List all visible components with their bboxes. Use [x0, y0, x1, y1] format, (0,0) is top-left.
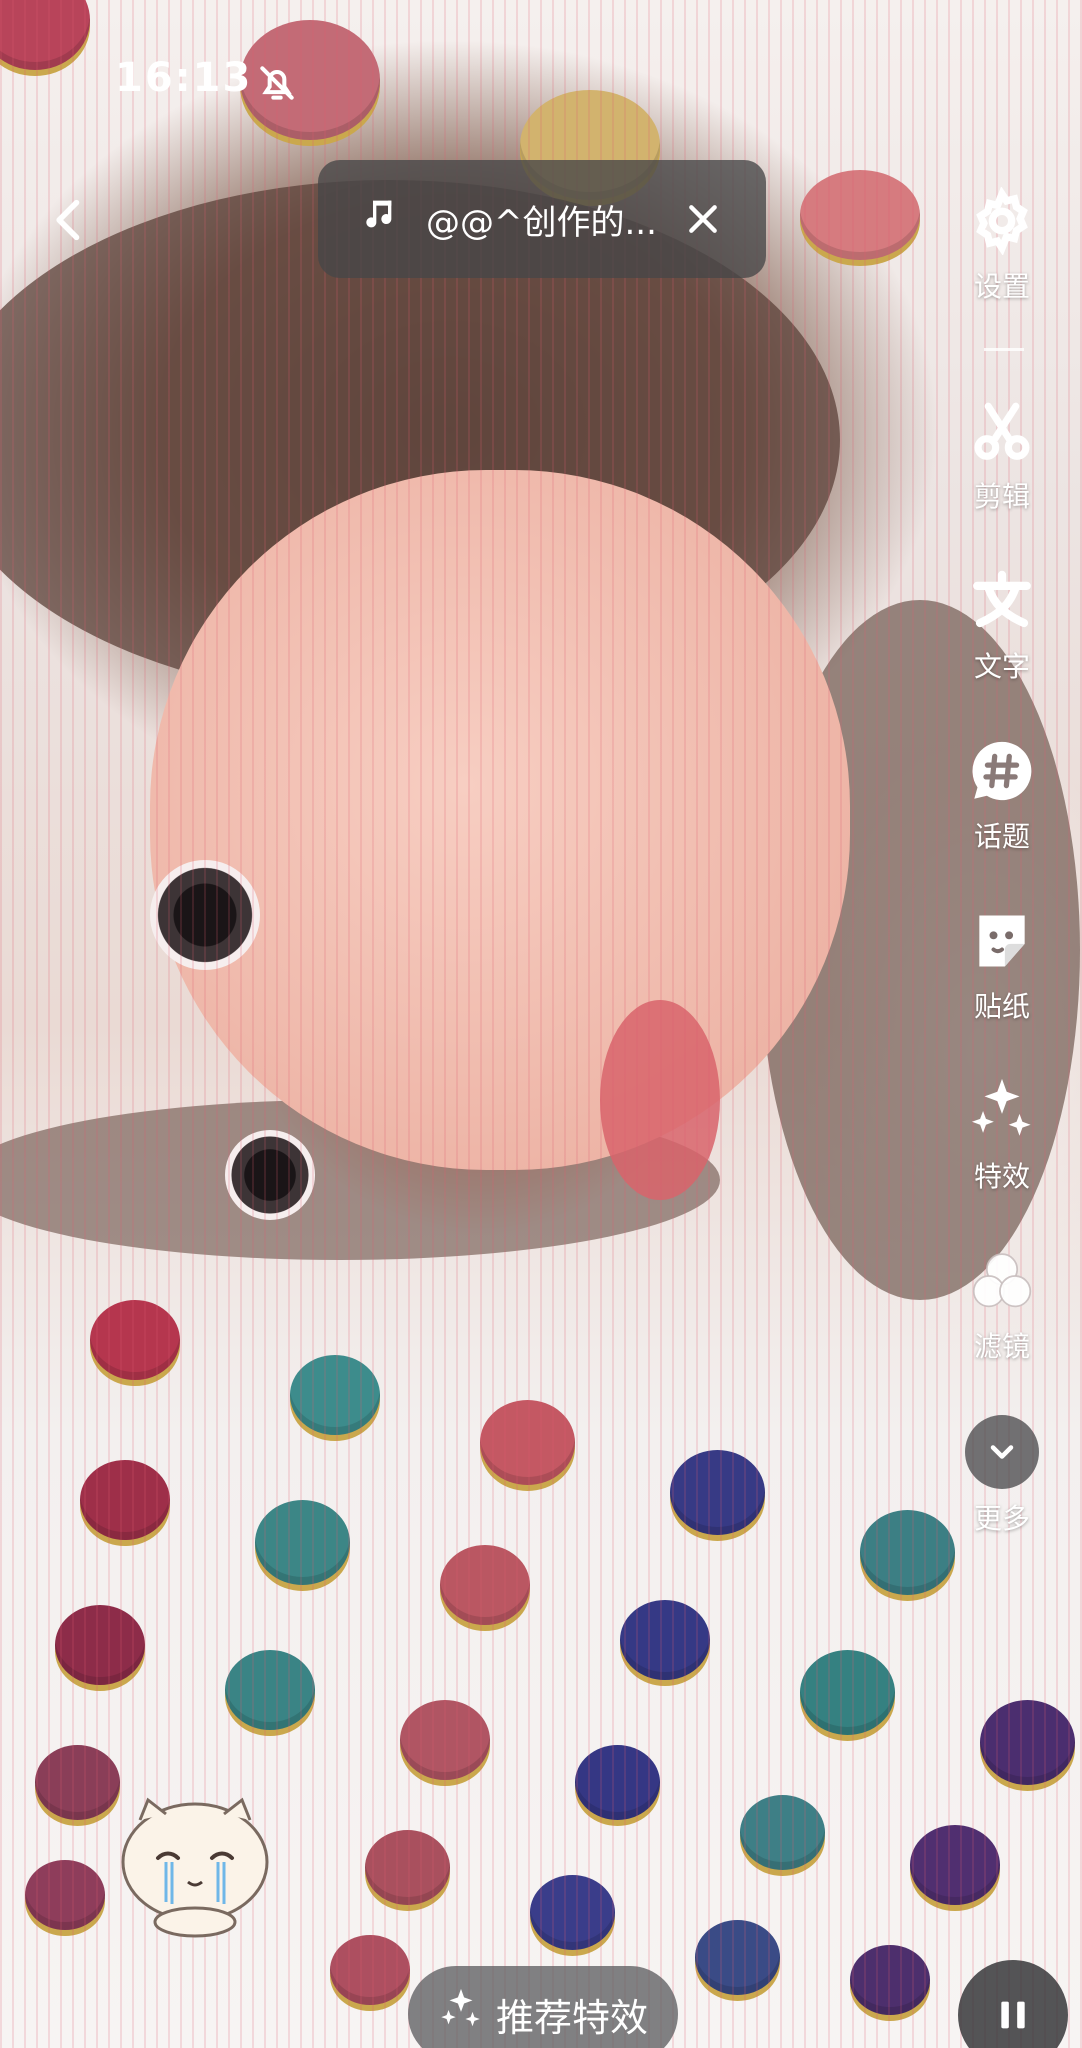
- chevron-left-icon: [56, 199, 80, 241]
- pause-icon: [1001, 2001, 1025, 2029]
- cat-sticker[interactable]: [110, 1790, 280, 1940]
- tool-label: 剪辑: [973, 480, 1030, 513]
- tool-text[interactable]: 文字: [942, 565, 1062, 685]
- music-selector[interactable]: @@^创作的...: [318, 160, 766, 278]
- tool-effects[interactable]: 特效: [942, 1075, 1062, 1195]
- tool-label: 话题: [973, 820, 1030, 853]
- tool-filter[interactable]: 滤镜: [942, 1245, 1062, 1365]
- tool-label: 贴纸: [973, 990, 1030, 1023]
- sparkles-icon: [438, 1987, 484, 2042]
- back-button[interactable]: [40, 190, 100, 250]
- tool-sticker[interactable]: 贴纸: [942, 905, 1062, 1025]
- tool-label: 特效: [973, 1160, 1030, 1193]
- tool-label: 文字: [973, 650, 1030, 683]
- tool-label: 更多: [973, 1502, 1030, 1535]
- chevron-down-icon: [965, 1415, 1039, 1489]
- hashtag-icon: [966, 735, 1038, 807]
- text-icon: [966, 565, 1038, 637]
- music-note-icon: [358, 194, 408, 244]
- camera-preview: 16:13 @@^创作的... 设置 剪辑 文字 话题 贴纸 特效 滤镜 更多 …: [0, 0, 1082, 2048]
- tool-settings[interactable]: 设置: [942, 185, 1062, 305]
- scissors-icon: [966, 395, 1038, 467]
- tool-more[interactable]: 更多: [942, 1415, 1062, 1537]
- tool-label: 设置: [973, 270, 1030, 303]
- recommend-label: 推荐特效: [495, 1995, 648, 2040]
- pause-button[interactable]: [958, 1960, 1068, 2048]
- gear-icon: [966, 185, 1038, 257]
- tool-edit[interactable]: 剪辑: [942, 395, 1062, 515]
- sticker-icon: [966, 905, 1038, 977]
- close-icon: [689, 205, 717, 233]
- status-bar: 16:13: [115, 55, 982, 115]
- tool-topic[interactable]: 话题: [942, 735, 1062, 855]
- music-title: @@^创作的...: [426, 202, 657, 243]
- filter-icon: [966, 1245, 1038, 1317]
- close-music-button[interactable]: [668, 184, 738, 254]
- toolbar-divider: [984, 348, 1024, 351]
- tool-label: 滤镜: [973, 1330, 1030, 1363]
- mute-bell-icon: [255, 61, 299, 105]
- sparkles-icon: [966, 1075, 1038, 1147]
- status-time: 16:13: [115, 55, 253, 101]
- recommend-effects-button[interactable]: 推荐特效: [408, 1966, 678, 2048]
